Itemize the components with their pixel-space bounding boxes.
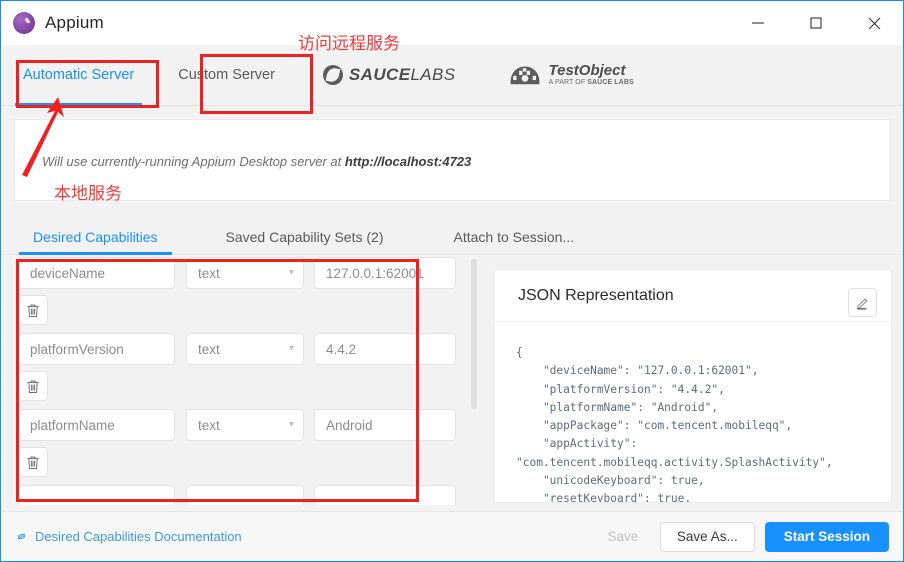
appium-window: Appium Automatic Server Custom Server SA… [0,0,904,562]
edit-json-button[interactable] [848,288,877,317]
sauce-labs-logo: SAUCELABS [322,65,456,85]
table-row: platformVersion text ▾ 4.4.2 [1,333,479,409]
tab-custom-server-label: Custom Server [178,67,275,83]
capability-name-input[interactable] [18,485,175,505]
tab-attach-to-session-label: Attach to Session... [453,229,575,245]
tab-automatic-server[interactable]: Automatic Server [1,45,156,106]
table-row: deviceName text ▾ 127.0.0.1:62001 [1,257,479,333]
chevron-down-icon: ▾ [288,343,294,354]
capability-name-value: deviceName [30,265,106,281]
test-object-logo: TestObject A PART OF SAUCE LABS [508,63,634,86]
capability-value-input[interactable]: Android [314,409,456,441]
trash-icon [27,456,39,469]
doc-link-label: Desired Capabilities Documentation [35,529,242,544]
chevron-down-icon: ▾ [288,267,294,278]
delete-capability-button[interactable] [18,447,48,477]
tab-desired-capabilities[interactable]: Desired Capabilities [19,229,172,255]
capabilities-editor: deviceName text ▾ 127.0.0.1:62001 platfo… [1,257,479,505]
delete-capability-button[interactable] [18,371,48,401]
capability-type-value: text [198,417,220,433]
capability-type-value: text [198,341,220,357]
tab-test-object[interactable]: TestObject A PART OF SAUCE LABS [482,45,660,105]
json-panel-title: JSON Representation [494,270,891,322]
sauce-labs-mark-icon [322,65,343,85]
pencil-edit-icon [856,298,868,310]
close-icon[interactable] [845,1,903,45]
server-info-card: Will use currently-running Appium Deskto… [14,119,891,201]
tab-automatic-server-label: Automatic Server [23,67,135,83]
minimize-icon[interactable] [729,1,787,45]
tab-saved-capability-sets[interactable]: Saved Capability Sets (2) [212,229,398,254]
appium-logo-icon [13,12,35,34]
desired-capabilities-documentation-link[interactable]: Desired Capabilities Documentation [15,529,242,544]
save-as-button[interactable]: Save As... [659,521,755,552]
capability-type-select[interactable]: text ▾ [186,257,304,289]
server-info-prefix: Will use currently-running Appium Deskto… [42,154,345,169]
trash-icon [27,380,39,393]
capability-value-text: 4.4.2 [326,341,357,357]
capability-value-input[interactable]: 4.4.2 [314,333,456,365]
title-bar: Appium [1,1,903,45]
sauce-light-text: LABS [410,65,456,84]
maximize-icon[interactable] [787,1,845,45]
trash-icon [27,304,39,317]
test-object-sub-brand: SAUCE LABS [587,79,634,87]
link-icon [18,533,25,540]
server-info-url: http://localhost:4723 [344,154,472,169]
capability-name-value: platformVersion [30,341,124,357]
tab-attach-to-session[interactable]: Attach to Session... [439,229,588,254]
delete-capability-button[interactable] [18,295,48,325]
capability-name-value: platformName [30,417,115,433]
window-title: Appium [45,13,104,32]
table-row: platformName text ▾ Android [1,409,479,485]
capability-name-input[interactable]: platformVersion [18,333,175,365]
sauce-bold-text: SAUCE [348,65,411,84]
tab-desired-capabilities-label: Desired Capabilities [33,229,158,245]
save-button[interactable]: Save [596,522,650,552]
capability-type-value: text [198,265,220,281]
capability-type-select[interactable]: text ▾ [186,333,304,365]
capabilities-scrollbar[interactable] [471,259,477,409]
json-representation-panel: JSON Representation { "deviceName": "127… [493,269,892,503]
capability-value-text: Android [326,417,373,433]
footer-buttons: Save Save As... Start Session [596,521,889,552]
capability-value-input[interactable]: 127.0.0.1:62001 [314,257,456,289]
table-row-partial [1,485,479,505]
tab-custom-server[interactable]: Custom Server [156,45,297,105]
chevron-down-icon: ▾ [288,419,294,430]
tab-saved-capability-sets-label: Saved Capability Sets (2) [225,229,384,245]
capability-name-input[interactable]: platformName [18,409,175,441]
window-controls [729,1,903,45]
start-session-button[interactable]: Start Session [764,521,889,552]
capability-type-select[interactable]: text ▾ [186,409,304,441]
gear-crown-icon [510,66,539,85]
test-object-name: TestObject [548,62,626,80]
server-info-message: Will use currently-running Appium Deskto… [42,154,471,169]
json-panel-content: { "deviceName": "127.0.0.1:62001", "plat… [516,346,833,502]
capability-value-input[interactable] [314,485,456,505]
test-object-sub-prefix: A PART OF [548,79,588,87]
tab-sauce-labs[interactable]: SAUCELABS [297,45,482,105]
footer-bar: Desired Capabilities Documentation Save … [1,511,903,561]
capability-tab-bar: Desired Capabilities Saved Capability Se… [1,219,903,255]
server-tab-bar: Automatic Server Custom Server SAUCELABS [1,45,903,106]
capability-type-select[interactable] [186,485,304,505]
capability-name-input[interactable]: deviceName [18,257,175,289]
capability-value-text: 127.0.0.1:62001 [326,265,424,281]
